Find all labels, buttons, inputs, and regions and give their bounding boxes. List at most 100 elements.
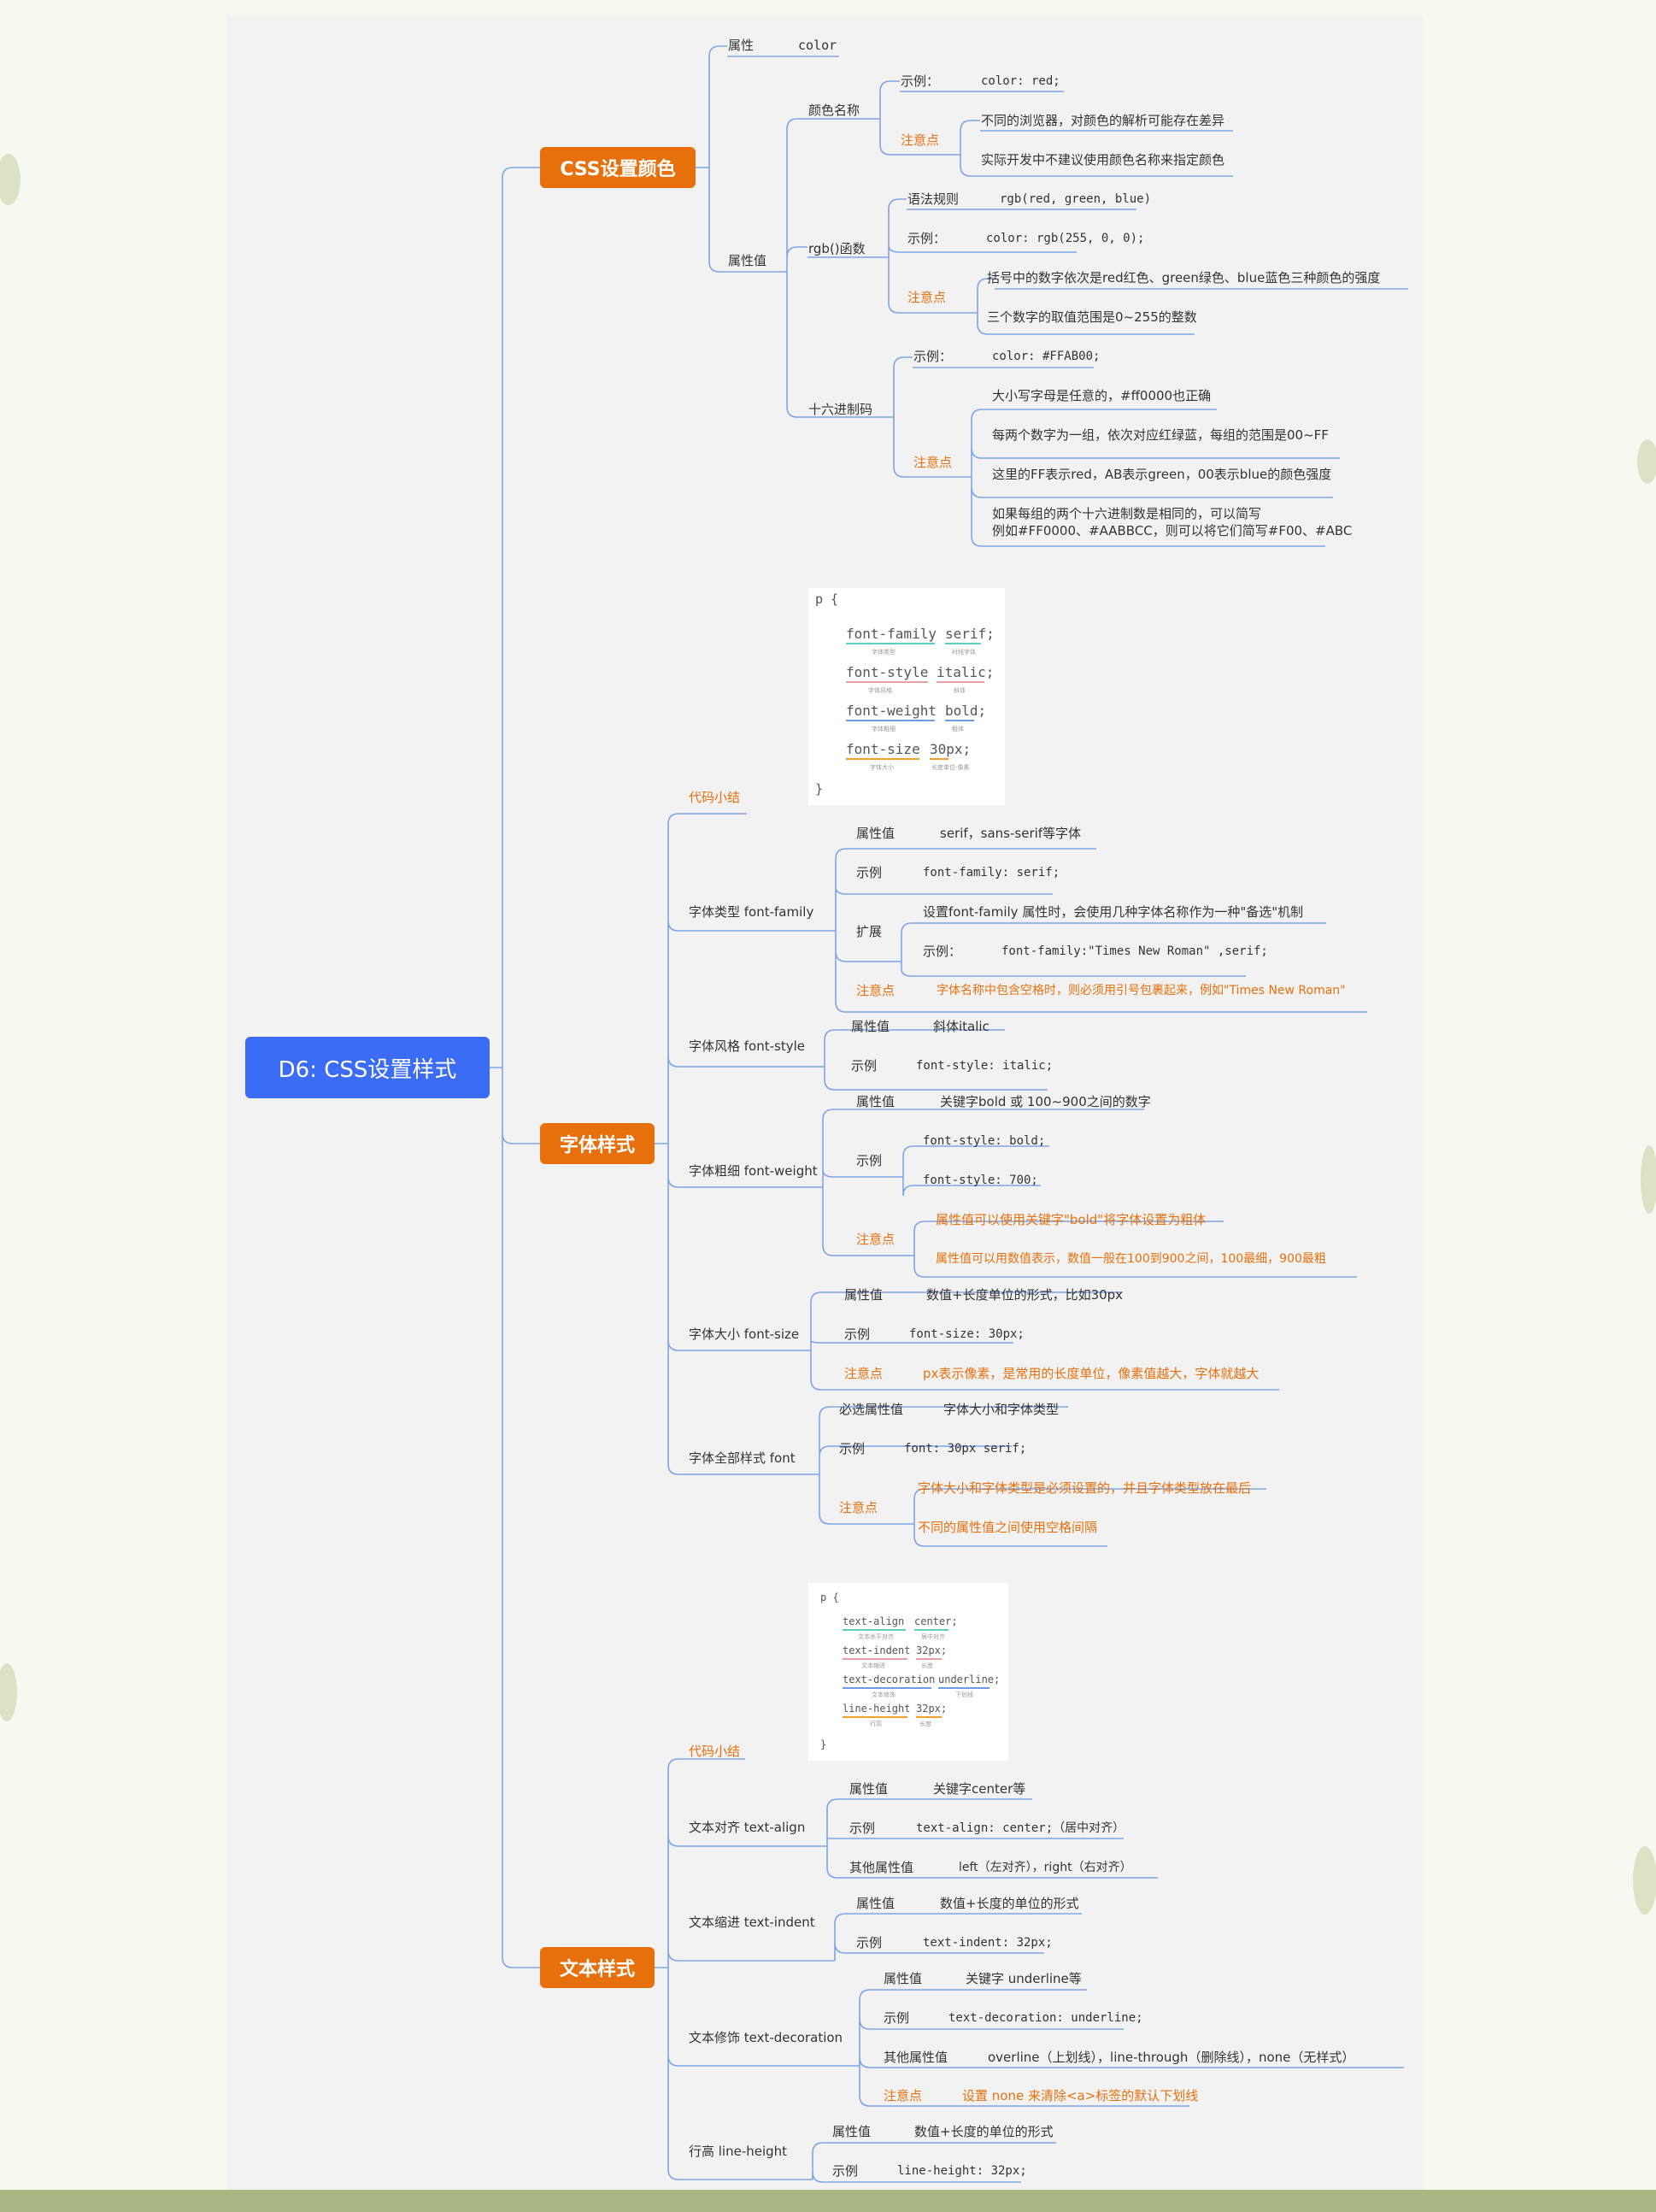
- node-other-values-text[interactable]: overline（上划线），line-through（删除线），none（无样式…: [988, 2050, 1354, 2065]
- node-text-decoration[interactable]: 文本修饰 text-decoration: [689, 2030, 843, 2045]
- node-example-value[interactable]: font-size: 30px;: [909, 1327, 1025, 1342]
- node-font[interactable]: 字体全部样式 font: [689, 1450, 796, 1466]
- node-value[interactable]: 属性值: [849, 1781, 888, 1797]
- node-rule-value[interactable]: rgb(red, green, blue): [1000, 191, 1151, 207]
- node-value[interactable]: 属性值: [856, 1896, 895, 1911]
- node-value-text[interactable]: 数值+长度的单位的形式: [940, 1896, 1079, 1911]
- node-example-value[interactable]: line-height: 32px;: [897, 2163, 1027, 2179]
- node-value-text[interactable]: 斜体italic: [933, 1019, 989, 1034]
- node-example[interactable]: 示例: [856, 1935, 882, 1950]
- node-note-text[interactable]: 三个数字的取值范围是0~255的整数: [987, 309, 1197, 325]
- node-attr-value[interactable]: color: [798, 38, 837, 53]
- node-value-text[interactable]: 关键字 underline等: [966, 1971, 1082, 1986]
- node-value[interactable]: 属性值: [844, 1287, 883, 1303]
- node-note[interactable]: 注意点: [839, 1500, 878, 1515]
- node-note[interactable]: 注意点: [884, 2088, 922, 2103]
- node-note-text[interactable]: 设置 none 来清除<a>标签的默认下划线: [962, 2088, 1198, 2103]
- node-example-value[interactable]: color: #FFAB00;: [992, 349, 1100, 364]
- node-font-family[interactable]: 字体类型 font-family: [689, 904, 813, 920]
- node-example[interactable]: 示例：: [907, 231, 946, 246]
- node-note-text[interactable]: 字体大小和字体类型是必须设置的，并且字体类型放在最后: [918, 1480, 1251, 1496]
- node-note-text[interactable]: 如果每组的两个十六进制数是相同的，可以简写: [992, 506, 1261, 521]
- node-font-size[interactable]: 字体大小 font-size: [689, 1327, 799, 1342]
- node-other-values-text[interactable]: left（左对齐），right（右对齐）: [959, 1860, 1132, 1875]
- code-value: center;: [914, 1615, 958, 1627]
- node-value-text[interactable]: 数值+长度的单位的形式: [914, 2124, 1054, 2139]
- node-note[interactable]: 注意点: [856, 983, 895, 998]
- node-value-text[interactable]: 数值+长度单位的形式，比如30px: [926, 1287, 1123, 1303]
- node-example[interactable]: 示例: [856, 1153, 882, 1168]
- node-note-text[interactable]: 字体名称中包含空格时，则必须用引号包裹起来，例如"Times New Roman…: [937, 983, 1346, 998]
- font-code-image: p { font-family serif; 字体类型 衬线字体 font-st…: [808, 588, 1005, 805]
- node-example-value[interactable]: color: rgb(255, 0, 0);: [986, 231, 1144, 246]
- node-example[interactable]: 示例: [851, 1058, 877, 1074]
- node-text-indent[interactable]: 文本缩进 text-indent: [689, 1915, 815, 1930]
- branch-font-style[interactable]: 字体样式: [540, 1123, 655, 1164]
- node-example-value[interactable]: text-indent: 32px;: [923, 1935, 1053, 1950]
- node-line-height[interactable]: 行高 line-height: [689, 2144, 787, 2159]
- node-value-text[interactable]: 关键字bold 或 100~900之间的数字: [940, 1094, 1151, 1109]
- node-example-value[interactable]: font-style: 700;: [923, 1173, 1038, 1188]
- node-code-summary[interactable]: 代码小结: [689, 790, 740, 805]
- branch-text-style[interactable]: 文本样式: [540, 1947, 655, 1988]
- node-example-value[interactable]: font-family:"Times New Roman" ,serif;: [1001, 944, 1268, 959]
- node-value[interactable]: 属性值: [856, 826, 895, 841]
- node-other-values[interactable]: 其他属性值: [884, 2050, 948, 2065]
- node-required[interactable]: 必选属性值: [839, 1402, 903, 1417]
- node-example[interactable]: 示例：: [923, 944, 961, 959]
- node-example-value[interactable]: font-style: bold;: [923, 1133, 1045, 1149]
- node-example[interactable]: 示例：: [901, 74, 939, 89]
- node-example-value[interactable]: text-align: center;（居中对齐）: [916, 1821, 1125, 1836]
- node-example[interactable]: 示例: [832, 2163, 858, 2179]
- node-note[interactable]: 注意点: [907, 290, 946, 305]
- node-note-text[interactable]: 例如#FF0000、#AABBCC，则可以将它们简写#F00、#ABC: [992, 523, 1352, 538]
- node-note-text[interactable]: 实际开发中不建议使用颜色名称来指定颜色: [981, 152, 1224, 168]
- node-text-align[interactable]: 文本对齐 text-align: [689, 1820, 805, 1835]
- node-note-text[interactable]: 属性值可以使用关键字"bold"将字体设置为粗体: [936, 1212, 1206, 1227]
- node-attr[interactable]: 属性: [728, 38, 754, 53]
- node-code-summary[interactable]: 代码小结: [689, 1744, 740, 1759]
- node-example-value[interactable]: font-style: italic;: [916, 1058, 1053, 1074]
- branch-css-color[interactable]: CSS设置颜色: [540, 147, 696, 188]
- node-color-name[interactable]: 颜色名称: [808, 103, 860, 118]
- node-example-value[interactable]: font-family: serif;: [923, 865, 1060, 880]
- node-value[interactable]: 属性值: [884, 1971, 922, 1986]
- node-required-text[interactable]: 字体大小和字体类型: [943, 1402, 1059, 1417]
- node-extension-text[interactable]: 设置font-family 属性时，会使用几种字体名称作为一种"备选"机制: [923, 904, 1303, 920]
- node-rule[interactable]: 语法规则: [907, 191, 959, 207]
- node-value-text[interactable]: 关键字center等: [933, 1781, 1025, 1797]
- node-example-value[interactable]: color: red;: [981, 74, 1060, 89]
- node-note[interactable]: 注意点: [913, 455, 952, 470]
- node-note-text[interactable]: 不同的浏览器，对颜色的解析可能存在差异: [981, 113, 1224, 128]
- node-note-text[interactable]: 属性值可以用数值表示，数值一般在100到900之间，100最细，900最粗: [936, 1251, 1326, 1267]
- node-value[interactable]: 属性值: [851, 1019, 890, 1034]
- node-example[interactable]: 示例: [839, 1441, 865, 1456]
- node-example-value[interactable]: font: 30px serif;: [904, 1441, 1026, 1456]
- node-example[interactable]: 示例: [844, 1327, 870, 1342]
- node-note[interactable]: 注意点: [844, 1366, 883, 1381]
- node-example[interactable]: 示例: [856, 865, 882, 880]
- root-node[interactable]: D6: CSS设置样式: [245, 1037, 490, 1098]
- node-value[interactable]: 属性值: [856, 1094, 895, 1109]
- node-attr-values[interactable]: 属性值: [728, 253, 766, 268]
- node-value-text[interactable]: serif，sans-serif等字体: [940, 826, 1081, 841]
- node-value[interactable]: 属性值: [832, 2124, 871, 2139]
- node-example[interactable]: 示例: [849, 1821, 875, 1836]
- node-note[interactable]: 注意点: [856, 1232, 895, 1247]
- node-other-values[interactable]: 其他属性值: [849, 1860, 913, 1875]
- node-example[interactable]: 示例：: [913, 349, 952, 364]
- node-note-text[interactable]: px表示像素，是常用的长度单位，像素值越大，字体就越大: [923, 1366, 1259, 1381]
- node-example-value[interactable]: text-decoration: underline;: [948, 2010, 1143, 2026]
- node-note-text[interactable]: 不同的属性值之间使用空格间隔: [918, 1520, 1097, 1535]
- node-extension[interactable]: 扩展: [856, 924, 882, 939]
- node-note-text[interactable]: 大小写字母是任意的，#ff0000也正确: [992, 388, 1211, 403]
- node-note-text[interactable]: 这里的FF表示red，AB表示green，00表示blue的颜色强度: [992, 467, 1331, 482]
- node-rgb[interactable]: rgb()函数: [808, 241, 866, 256]
- node-note[interactable]: 注意点: [901, 132, 939, 148]
- node-example[interactable]: 示例: [884, 2010, 909, 2026]
- node-hex[interactable]: 十六进制码: [808, 402, 872, 417]
- node-font-weight[interactable]: 字体粗细 font-weight: [689, 1163, 818, 1179]
- node-note-text[interactable]: 每两个数字为一组，依次对应红绿蓝，每组的范围是00~FF: [992, 427, 1329, 443]
- node-note-text[interactable]: 括号中的数字依次是red红色、green绿色、blue蓝色三种颜色的强度: [987, 270, 1380, 285]
- node-font-style[interactable]: 字体风格 font-style: [689, 1038, 805, 1054]
